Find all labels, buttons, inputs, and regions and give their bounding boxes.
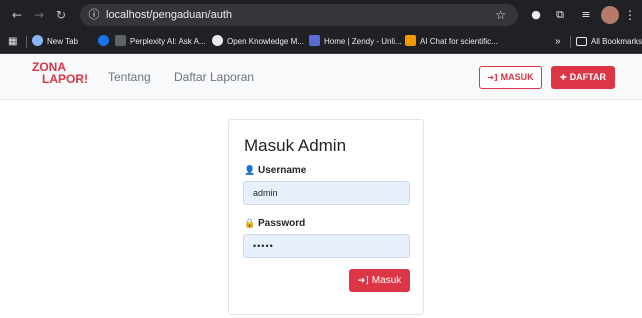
bookmark-ai-chat[interactable]: AI Chat for scientific...	[405, 30, 498, 54]
sign-in-icon: ➜]	[357, 276, 369, 286]
site-info-icon[interactable]: ⓘ	[86, 7, 102, 23]
brand-logo[interactable]: ZONA LAPOR!	[32, 61, 92, 85]
open-knowledge-favicon-icon	[212, 35, 223, 46]
zendy-favicon-icon	[309, 35, 320, 46]
bookmark-star-icon[interactable]: ☆	[495, 4, 506, 26]
extensions-icon[interactable]: ⧉	[551, 6, 569, 24]
bookmarks-divider-2	[570, 36, 571, 48]
nav-link-tentang[interactable]: Tentang	[108, 54, 151, 100]
address-bar[interactable]: ⓘ localhost/pengaduan/auth ☆	[80, 4, 518, 26]
user-plus-icon: ✚	[559, 73, 567, 82]
bookmarks-divider	[26, 36, 27, 48]
url-text[interactable]: localhost/pengaduan/auth	[106, 4, 232, 26]
bookmarks-bar: ▦ New Tab Perplexity AI: Ask A... Open K…	[0, 30, 642, 54]
extension-dot-icon[interactable]: ●	[527, 6, 545, 24]
reload-icon[interactable]: ↻	[52, 6, 70, 24]
password-input[interactable]: •••••	[243, 234, 410, 258]
login-card: Masuk Admin 👤 Username admin 🔒 Password ••…	[228, 119, 424, 315]
username-input[interactable]: admin	[243, 181, 410, 205]
folder-icon	[576, 37, 587, 46]
more-bookmarks-button[interactable]: »	[555, 30, 561, 54]
menu-kebab-icon[interactable]: ⋮	[624, 6, 636, 24]
apps-grid-icon[interactable]: ▦	[8, 30, 17, 54]
password-label: 🔒 Password	[244, 218, 306, 229]
site-navbar: ZONA LAPOR! Tentang Daftar Laporan ➜] MAS…	[0, 54, 642, 100]
browser-toolbar: ← → ↻ ⓘ localhost/pengaduan/auth ☆ ● ⧉ ≡…	[0, 0, 642, 30]
perplexity-favicon-icon	[115, 35, 126, 46]
all-bookmarks-button[interactable]: All Bookmarks	[576, 30, 642, 54]
bookmark-new-tab[interactable]: New Tab	[32, 30, 78, 54]
username-label: 👤 Username	[244, 165, 307, 176]
login-submit-button[interactable]: ➜] Masuk	[349, 269, 410, 292]
media-control-icon[interactable]: ≡	[577, 6, 595, 24]
bookmark-zendy[interactable]: Home | Zendy - Unli...	[309, 30, 402, 54]
user-icon: 👤	[244, 166, 256, 176]
nav-link-daftar-laporan[interactable]: Daftar Laporan	[174, 54, 254, 100]
bookmark-open-knowledge[interactable]: Open Knowledge M...	[212, 30, 304, 54]
masuk-button[interactable]: ➜] MASUK	[479, 66, 542, 89]
forward-icon[interactable]: →	[30, 6, 48, 24]
bookmark-perplexity[interactable]: Perplexity AI: Ask A...	[115, 30, 206, 54]
lock-icon: 🔒	[244, 219, 256, 229]
profile-avatar[interactable]	[601, 6, 619, 24]
brand-line-2: LAPOR!	[42, 72, 88, 86]
back-icon[interactable]: ←	[8, 6, 26, 24]
page-title: Masuk Admin	[244, 136, 347, 155]
new-tab-favicon-icon	[32, 35, 43, 46]
ai-chat-favicon-icon	[405, 35, 416, 46]
bookmark-unnamed[interactable]	[98, 30, 113, 54]
sign-in-icon: ➜]	[487, 73, 498, 82]
web-favicon-icon	[98, 35, 109, 46]
daftar-button[interactable]: ✚ DAFTAR	[551, 66, 615, 89]
